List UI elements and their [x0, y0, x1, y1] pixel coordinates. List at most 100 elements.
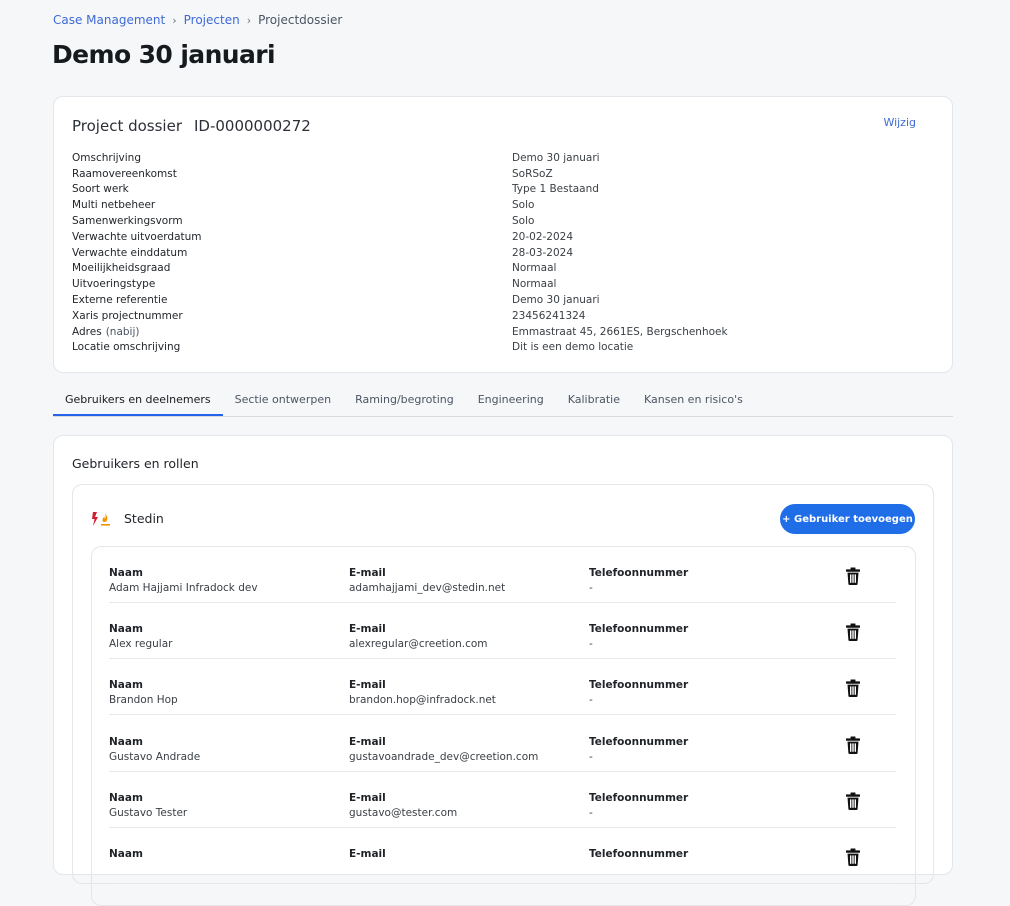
logo-flame-shape: [102, 513, 108, 522]
dossier-field-value: 20-02-2024: [512, 230, 574, 243]
dossier-field-label: Locatie omschrijving: [72, 341, 512, 353]
dossier-field-value: Type 1 Bestaand: [512, 183, 599, 196]
tab-sectie-ontwerpen[interactable]: Sectie ontwerpen: [223, 386, 343, 416]
field-label-text: Multi netbeheer: [72, 199, 156, 212]
dossier-field-label: Adres (nabij): [72, 326, 512, 338]
user-email-label: E-mail: [349, 735, 386, 748]
dossier-field-value: Solo: [512, 199, 535, 212]
dossier-field-row: Multi netbeheer Solo: [72, 197, 932, 213]
add-user-button[interactable]: + Gebruiker toevoegen: [780, 504, 915, 534]
dossier-field-label: Soort werk: [72, 183, 512, 195]
trash-icon[interactable]: [845, 679, 861, 698]
user-email-cell: E-mail brandon.hop@infradock.net: [349, 678, 496, 709]
trash-icon[interactable]: [845, 567, 861, 585]
user-phone-label: Telefoonnummer: [589, 567, 689, 579]
users-section-title: Gebruikers en rollen: [72, 456, 199, 471]
field-label-text: Raamovereenkomst: [72, 167, 177, 180]
trash-icon[interactable]: [845, 623, 861, 642]
dossier-field-label: Raamovereenkomst: [72, 168, 512, 180]
field-label-text: Samenwerkingsvorm: [72, 215, 183, 228]
user-email-cell: E-mail gustavo@tester.com: [349, 791, 457, 822]
dossier-header: Project dossier ID-0000000272: [72, 117, 311, 135]
page-title: Demo 30 januari: [52, 40, 276, 69]
dossier-field-row: Verwachte einddatum 28-03-2024: [72, 245, 932, 261]
user-name-cell: Naam: [109, 847, 143, 861]
field-label-text: Moeilijkheidsgraad: [72, 262, 171, 275]
user-phone-label: Telefoonnummer: [589, 791, 689, 804]
user-name: Brandon Hop: [109, 694, 178, 707]
user-email-cell: E-mail adamhajjami_dev@stedin.net: [349, 566, 505, 597]
user-email-cell: E-mail: [349, 847, 386, 861]
user-email-cell: E-mail alexregular@creetion.com: [349, 622, 488, 653]
user-phone-cell: Telefoonnummer -: [589, 735, 688, 766]
trash-icon[interactable]: [845, 736, 861, 754]
dossier-field-row: Uitvoeringstype Normaal: [72, 276, 932, 292]
field-label-text: Xaris projectnummer: [72, 309, 183, 322]
dossier-field-row: Xaris projectnummer 23456241324: [72, 308, 932, 324]
user-name-label: Naam: [109, 679, 143, 692]
tab-kalibratie[interactable]: Kalibratie: [556, 386, 632, 416]
project-dossier-card: Project dossier ID-0000000272 Wijzig Omsc…: [53, 96, 953, 373]
user-name-label: Naam: [109, 791, 143, 804]
dossier-field-row: Externe referentie Demo 30 januari: [72, 292, 932, 308]
user-email: gustavo@tester.com: [349, 806, 458, 819]
user-phone-cell: Telefoonnummer -: [589, 791, 688, 822]
dossier-field-row: Samenwerkingsvorm Solo: [72, 213, 932, 229]
breadcrumb-case-management[interactable]: Case Management: [53, 13, 165, 27]
user-email-cell: E-mail gustavoandrade_dev@creetion.com: [349, 735, 538, 766]
user-email: adamhajjami_dev@stedin.net: [349, 582, 506, 594]
trash-icon[interactable]: [845, 792, 861, 810]
field-label-text: Externe referentie: [72, 294, 168, 307]
user-phone-label: Telefoonnummer: [589, 623, 689, 636]
dossier-field-value: Demo 30 januari: [512, 151, 600, 164]
breadcrumb-projecten[interactable]: Projecten: [184, 13, 240, 27]
user-phone-cell: Telefoonnummer -: [589, 622, 688, 653]
dossier-tabs: Gebruikers en deelnemers Sectie ontwerpen…: [53, 386, 953, 417]
dossier-field-row: Verwachte uitvoerdatum 20-02-2024: [72, 229, 932, 245]
breadcrumb-separator: ›: [172, 13, 177, 27]
dossier-field-label: Verwachte einddatum: [72, 247, 512, 259]
user-phone: -: [589, 638, 593, 651]
user-row: Naam Gustavo Andrade E-mail gustavoandrade_…: [109, 716, 896, 772]
dossier-field-label: Omschrijving: [72, 152, 512, 164]
dossier-field-label: Uitvoeringstype: [72, 278, 512, 290]
dossier-field-label: Externe referentie: [72, 294, 512, 306]
user-row: Naam E-mail Telefoonnummer: [109, 828, 896, 884]
user-phone: -: [589, 806, 593, 819]
user-row: Naam Adam Hajjami Infradock dev E-mail adam…: [109, 547, 896, 603]
dossier-field-value: Emmastraat 45, 2661ES, Bergschenhoek: [512, 325, 728, 338]
field-label-text: Uitvoeringstype: [72, 278, 156, 291]
field-label-suffix: (nabij): [105, 325, 140, 338]
field-label-text: Verwachte uitvoerdatum: [72, 230, 202, 243]
users-list: Naam Adam Hajjami Infradock dev E-mail adam…: [91, 546, 916, 906]
field-label-text: Soort werk: [72, 183, 129, 196]
field-label-text: Locatie omschrijving: [72, 341, 181, 354]
user-name: Gustavo Andrade: [109, 750, 201, 763]
user-phone: -: [589, 750, 593, 763]
dossier-field-value: Solo: [512, 215, 535, 228]
user-name-cell: Naam Alex regular: [109, 622, 172, 653]
dossier-title: Project dossier: [72, 117, 182, 135]
user-email-label: E-mail: [349, 623, 386, 636]
user-name-label: Naam: [109, 848, 143, 860]
dossier-field-row: Locatie omschrijving Dit is een demo loca…: [72, 340, 932, 356]
edit-dossier-link[interactable]: Wijzig: [883, 116, 916, 129]
dossier-field-label: Moeilijkheidsgraad: [72, 262, 512, 274]
user-phone-label: Telefoonnummer: [589, 679, 689, 692]
field-label-text: Omschrijving: [72, 151, 141, 164]
user-name-label: Naam: [109, 567, 143, 579]
user-name: Adam Hajjami Infradock dev: [109, 582, 258, 594]
dossier-field-value: Demo 30 januari: [512, 294, 600, 307]
dossier-field-label: Samenwerkingsvorm: [72, 215, 512, 227]
user-phone: -: [589, 694, 593, 707]
dossier-field-row: Moeilijkheidsgraad Normaal: [72, 261, 932, 277]
user-name-cell: Naam Brandon Hop: [109, 678, 178, 709]
tab-raming-begroting[interactable]: Raming/begroting: [343, 386, 466, 416]
trash-icon[interactable]: [845, 848, 861, 866]
user-phone-cell: Telefoonnummer: [589, 847, 688, 861]
user-email-label: E-mail: [349, 679, 386, 692]
tab-gebruikers-en-deelnemers[interactable]: Gebruikers en deelnemers: [53, 386, 223, 416]
tab-engineering[interactable]: Engineering: [466, 386, 556, 416]
dossier-field-value: 28-03-2024: [512, 246, 574, 259]
tab-kansen-en-risico-s[interactable]: Kansen en risico's: [632, 386, 755, 416]
